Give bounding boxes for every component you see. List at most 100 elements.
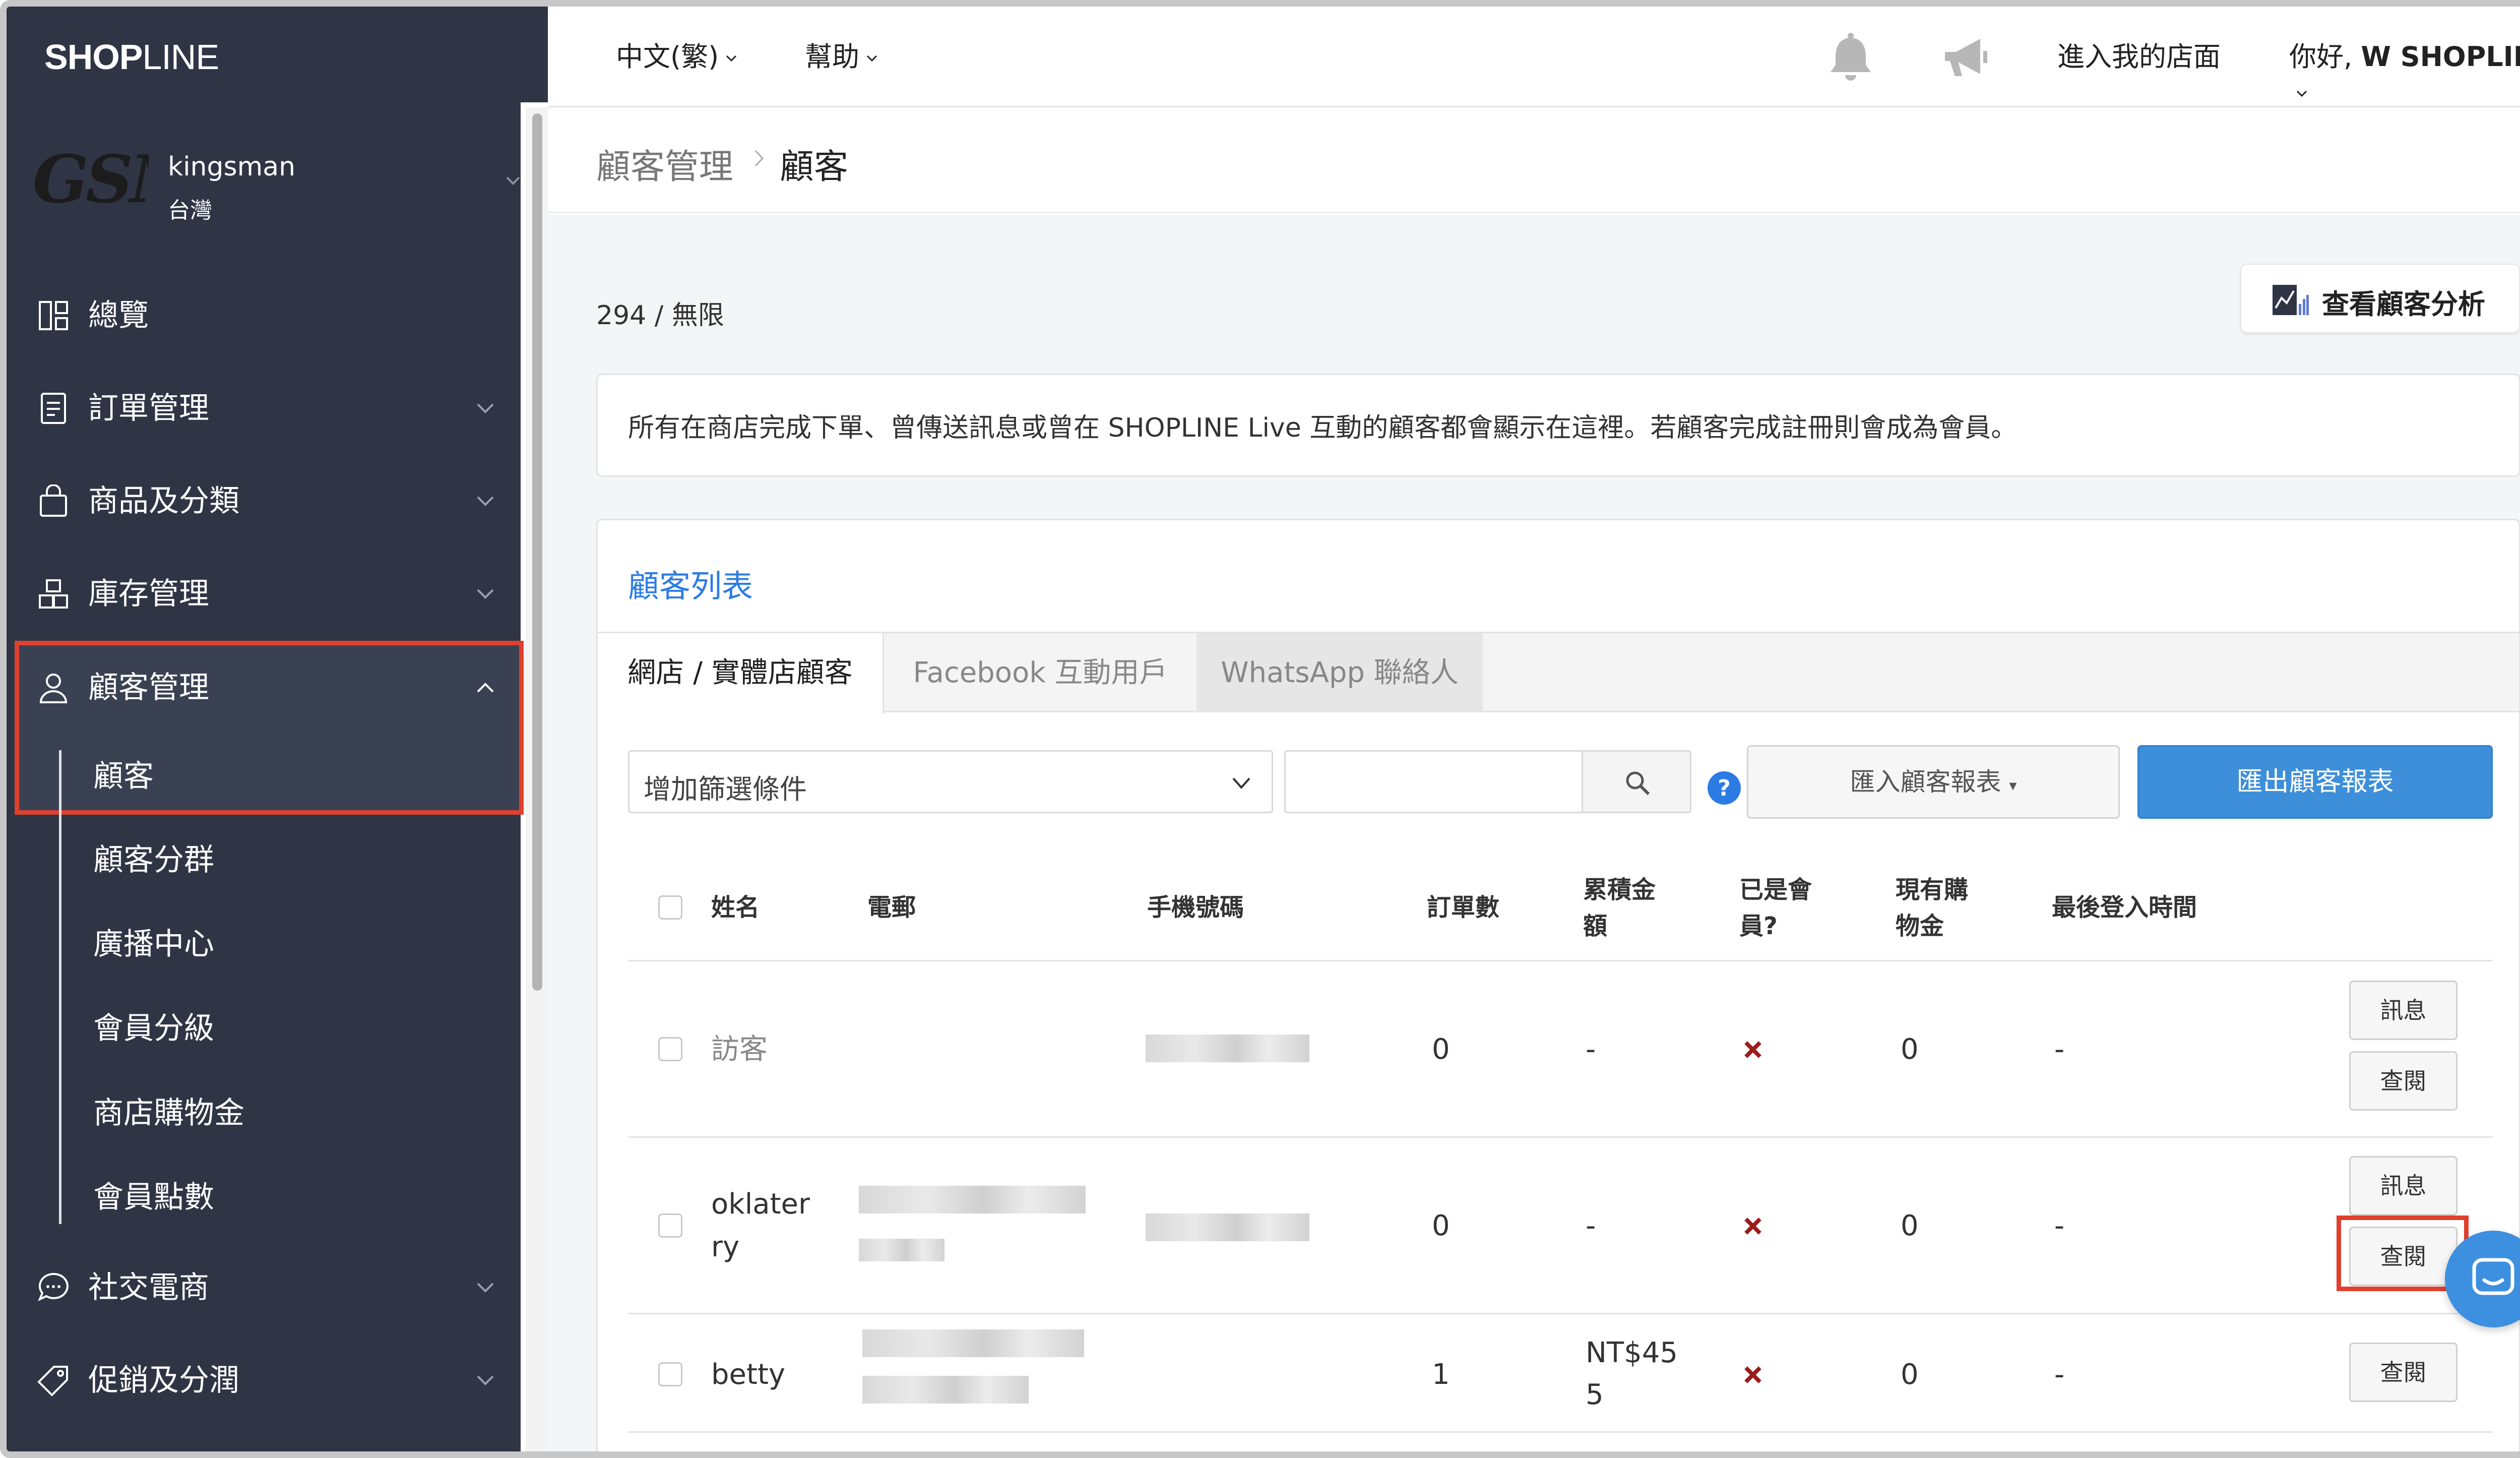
- view-button[interactable]: 查閱: [2349, 1343, 2458, 1402]
- language-dropdown[interactable]: 中文(繁): [616, 39, 739, 75]
- last-login: -: [2054, 1358, 2065, 1391]
- chevron-down-icon: [477, 589, 494, 599]
- sidebar-item-label: 社交電商: [88, 1270, 209, 1305]
- row-checkbox[interactable]: [658, 1213, 682, 1238]
- user-name: W SHOPLINE: [2361, 41, 2520, 73]
- sidebar-item-overview[interactable]: 總覽: [7, 278, 521, 353]
- filter-select[interactable]: 增加篩選條件: [628, 750, 1273, 813]
- customer-name[interactable]: 訪客: [711, 1028, 768, 1071]
- chevron-down-icon: [1232, 777, 1250, 789]
- sidebar-subitem-member-points[interactable]: 會員點數: [93, 1177, 214, 1218]
- row-checkbox[interactable]: [658, 1037, 682, 1061]
- cross-icon: [1744, 1218, 1761, 1235]
- info-box: 所有在商店完成下單、曾傳送訊息或曾在 SHOPLINE Live 互動的顧客都會…: [596, 374, 2520, 477]
- help-label: 幫助: [805, 41, 859, 73]
- sidebar-item-promotions[interactable]: 促銷及分潤: [7, 1343, 521, 1418]
- column-member-line1: 已是會: [1739, 876, 1812, 904]
- sidebar-item-label: 顧客管理: [88, 670, 209, 705]
- chevron-up-icon: [477, 683, 494, 693]
- email-redacted: [862, 1376, 1029, 1404]
- view-customer-analysis-button[interactable]: 查看顧客分析: [2240, 264, 2520, 333]
- submenu-line: [59, 750, 61, 1224]
- message-button[interactable]: 訊息: [2349, 1156, 2458, 1216]
- cross-icon: [1744, 1366, 1761, 1383]
- message-button[interactable]: 訊息: [2349, 981, 2458, 1040]
- chevron-right-icon: [754, 150, 764, 167]
- chevron-down-icon[interactable]: [503, 170, 523, 191]
- import-customers-button[interactable]: 匯入顧客報表 ▾: [1747, 745, 2120, 819]
- export-customers-button[interactable]: 匯出顧客報表: [2137, 745, 2493, 819]
- sidebar-subitem-customers[interactable]: 顧客: [93, 756, 154, 797]
- user-menu[interactable]: 你好, W SHOPLINE: [2289, 39, 2520, 110]
- phone-redacted: [1146, 1035, 1309, 1062]
- breadcrumb-parent[interactable]: 顧客管理: [596, 139, 733, 189]
- sidebar-item-label: 總覽: [88, 298, 149, 333]
- sidebar-subitem-broadcast[interactable]: 廣播中心: [93, 924, 214, 964]
- brand-bar: SHOPLINE: [7, 7, 548, 102]
- cross-icon: [1744, 1041, 1761, 1058]
- customer-name-line2[interactable]: ry: [711, 1226, 739, 1268]
- chevron-down-icon: [477, 1283, 494, 1293]
- column-credit-line1: 現有購: [1896, 876, 1969, 904]
- view-button[interactable]: 查閱: [2349, 1051, 2458, 1111]
- column-name: 姓名: [711, 893, 760, 922]
- language-label: 中文(繁): [616, 41, 719, 73]
- search-input[interactable]: [1284, 750, 1582, 813]
- analytics-icon: [2273, 285, 2309, 315]
- sidebar-item-customers[interactable]: 顧客管理: [7, 650, 521, 725]
- sidebar-subitem-store-credits[interactable]: 商店購物金: [93, 1093, 244, 1133]
- sidebar-subitem-membership-tiers[interactable]: 會員分級: [93, 1008, 214, 1049]
- chevron-down-icon: [477, 403, 494, 413]
- select-all-checkbox[interactable]: [658, 895, 682, 920]
- info-text: 所有在商店完成下單、曾傳送訊息或曾在 SHOPLINE Live 互動的顧客都會…: [628, 413, 2018, 443]
- tab-whatsapp-contacts[interactable]: WhatsApp 聯絡人: [1196, 633, 1483, 712]
- tab-facebook-users[interactable]: Facebook 互動用戶: [884, 633, 1196, 712]
- column-phone: 手機號碼: [1147, 893, 1244, 922]
- row-checkbox[interactable]: [658, 1362, 682, 1386]
- analysis-button-label: 查看顧客分析: [2322, 288, 2485, 320]
- list-title: 顧客列表: [628, 568, 753, 604]
- sidebar-item-social-commerce[interactable]: 社交電商: [7, 1250, 521, 1325]
- customer-list-panel: 顧客列表 網店 / 實體店顧客 Facebook 互動用戶 WhatsApp 聯…: [596, 519, 2520, 1451]
- chevron-down-icon: [726, 55, 737, 62]
- sidebar-scrollbar-thumb[interactable]: [532, 113, 542, 991]
- chevron-down-icon: [477, 1375, 494, 1385]
- tab-online-store-customers[interactable]: 網店 / 實體店顧客: [598, 633, 884, 714]
- inventory-icon: [39, 579, 68, 609]
- tag-icon: [37, 1366, 68, 1396]
- help-dropdown[interactable]: 幫助: [805, 39, 879, 75]
- chevron-down-icon: [477, 496, 494, 506]
- order-icon: [41, 393, 66, 424]
- store-avatar: GSM: [33, 142, 149, 217]
- help-icon[interactable]: ?: [1707, 770, 1742, 806]
- sidebar-item-orders[interactable]: 訂單管理: [7, 371, 521, 446]
- store-name[interactable]: kingsman: [168, 152, 295, 182]
- customer-name-line1[interactable]: oklater: [711, 1183, 810, 1226]
- total-spent: -: [1586, 1209, 1596, 1242]
- megaphone-icon[interactable]: [1939, 31, 1994, 86]
- svg-text:?: ?: [1718, 775, 1731, 801]
- column-credit-line2: 物金: [1896, 912, 1944, 940]
- table-row: betty 1 NT$45 5 0 - 查閱: [628, 1314, 2493, 1433]
- sidebar-item-label: 促銷及分潤: [88, 1363, 239, 1398]
- search-button[interactable]: [1582, 750, 1691, 813]
- chat-icon: [2472, 1258, 2514, 1295]
- sidebar-item-inventory[interactable]: 庫存管理: [7, 556, 521, 632]
- email-redacted: [859, 1186, 1086, 1213]
- total-spent-line2: 5: [1586, 1378, 1604, 1411]
- total-spent: -: [1586, 1033, 1596, 1066]
- sidebar-item-products[interactable]: 商品及分類: [7, 463, 521, 539]
- column-total-line2: 額: [1583, 912, 1608, 940]
- sidebar-item-label: 商品及分類: [88, 483, 239, 519]
- store-region: 台灣: [168, 198, 212, 223]
- customer-name[interactable]: betty: [711, 1354, 785, 1396]
- bell-icon[interactable]: [1823, 31, 1878, 86]
- shopline-logo[interactable]: SHOPLINE: [44, 37, 219, 77]
- phone-redacted: [1146, 1213, 1309, 1241]
- sidebar-subitem-segments[interactable]: 顧客分群: [93, 840, 214, 880]
- visit-store-link[interactable]: 進入我的店面: [2057, 39, 2221, 75]
- order-count: 1: [1432, 1358, 1450, 1391]
- last-login: -: [2054, 1209, 2065, 1242]
- import-button-label: 匯入顧客報表: [1850, 767, 2001, 797]
- chevron-down-icon: [866, 55, 877, 62]
